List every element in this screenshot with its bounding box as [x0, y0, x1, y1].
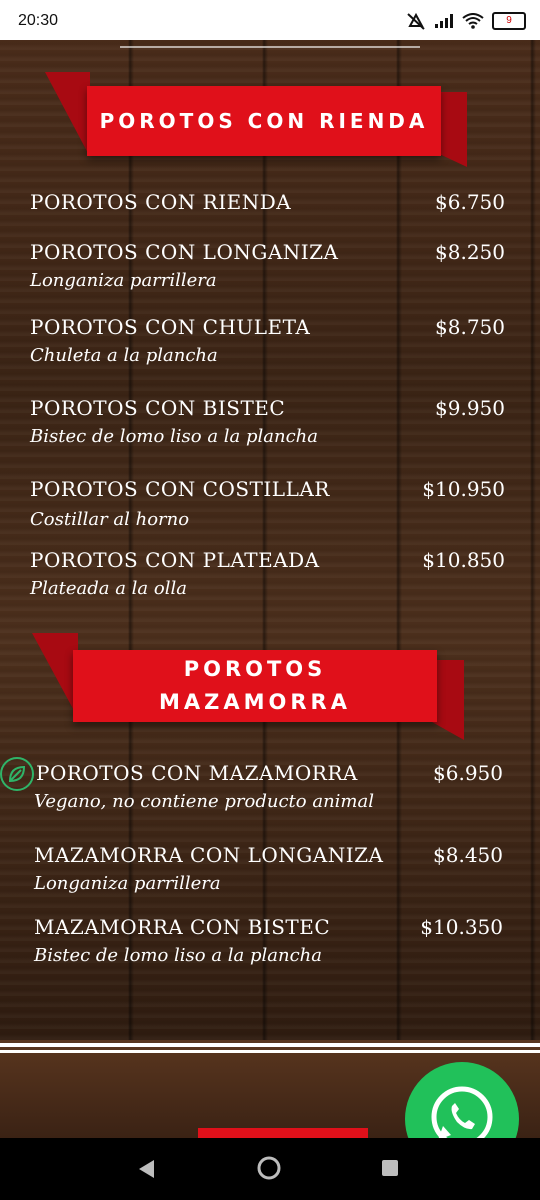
menu-item[interactable]: MAZAMORRA CON LONGANIZA $8.450 Longaniza… — [34, 843, 503, 899]
status-bar: 20:30 9 — [0, 0, 540, 40]
item-description: Longaniza parrillera — [34, 873, 221, 894]
section-title: POROTOS CON RIENDA — [87, 86, 441, 156]
section-title-line1: POROTOS — [183, 657, 327, 681]
item-name: POROTOS CON RIENDA — [30, 190, 292, 214]
item-name: MAZAMORRA CON BISTEC — [34, 915, 331, 939]
item-description: Longaniza parrillera — [30, 270, 217, 291]
item-name: MAZAMORRA CON LONGANIZA — [34, 843, 384, 867]
menu-item[interactable]: MAZAMORRA CON BISTEC $10.350 Bistec de l… — [34, 915, 503, 971]
mute-icon — [407, 12, 425, 30]
home-circle-icon[interactable] — [256, 1155, 282, 1181]
wifi-icon — [462, 13, 484, 29]
back-triangle-icon[interactable] — [136, 1158, 158, 1180]
item-name: POROTOS CON CHULETA — [30, 315, 311, 339]
item-price: $6.950 — [433, 761, 503, 785]
item-description: Costillar al horno — [30, 509, 190, 530]
menu-item[interactable]: POROTOS CON LONGANIZA $8.250 Longaniza p… — [30, 240, 505, 296]
item-price: $10.850 — [422, 548, 505, 572]
item-price: $8.450 — [433, 843, 503, 867]
item-description: Plateada a la olla — [30, 578, 187, 599]
item-name: POROTOS CON COSTILLAR — [30, 477, 330, 501]
section-title: POROTOS MAZAMORRA — [73, 650, 437, 722]
item-description: Bistec de lomo liso a la plancha — [30, 426, 319, 447]
battery-icon: 9 — [492, 12, 526, 30]
item-name: POROTOS CON LONGANIZA — [30, 240, 339, 264]
menu-item[interactable]: POROTOS CON RIENDA $6.750 — [30, 190, 505, 220]
divider-line — [0, 1043, 540, 1047]
menu-item[interactable]: POROTOS CON MAZAMORRA $6.950 Vegano, no … — [34, 761, 503, 817]
divider-line — [0, 1050, 540, 1053]
item-price: $10.950 — [422, 477, 505, 501]
section-title-line2: MAZAMORRA — [159, 690, 351, 714]
item-price: $6.750 — [435, 190, 505, 214]
item-description: Vegano, no contiene producto animal — [34, 791, 374, 812]
menu-item[interactable]: POROTOS CON BISTEC $9.950 Bistec de lomo… — [30, 396, 505, 452]
menu-item[interactable]: POROTOS CON PLATEADA $10.850 Plateada a … — [30, 548, 505, 604]
item-description: Chuleta a la plancha — [30, 345, 218, 366]
status-icons: 9 — [406, 12, 526, 30]
item-description: Bistec de lomo liso a la plancha — [34, 945, 323, 966]
item-price: $8.250 — [435, 240, 505, 264]
leaf-icon — [0, 757, 34, 791]
item-name: POROTOS CON BISTEC — [30, 396, 286, 420]
cut-off-text — [120, 40, 420, 48]
item-price: $8.750 — [435, 315, 505, 339]
item-name: POROTOS CON MAZAMORRA — [36, 761, 358, 785]
menu-item[interactable]: POROTOS CON COSTILLAR $10.950 Costillar … — [30, 477, 505, 533]
item-price: $9.950 — [435, 396, 505, 420]
item-name: POROTOS CON PLATEADA — [30, 548, 320, 572]
item-price: $10.350 — [420, 915, 503, 939]
banner-fold-right — [432, 660, 464, 740]
navigation-bar — [0, 1138, 540, 1200]
status-time: 20:30 — [18, 12, 59, 29]
recents-square-icon[interactable] — [380, 1158, 400, 1178]
signal-icon — [435, 14, 453, 28]
menu-item[interactable]: POROTOS CON CHULETA $8.750 Chuleta a la … — [30, 315, 505, 371]
banner-fold-right — [435, 92, 467, 167]
